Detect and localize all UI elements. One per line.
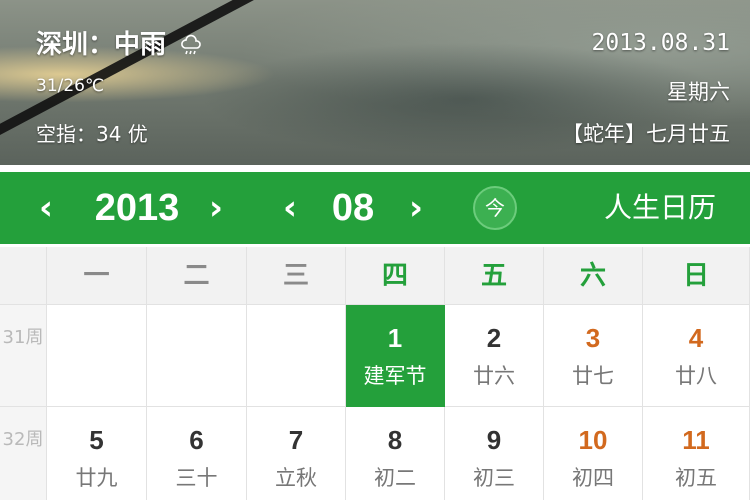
day-number: 7 (288, 425, 304, 455)
day-cell[interactable]: 11 初五 (643, 407, 750, 500)
day-number: 10 (578, 425, 608, 455)
weekday-header: 二 (147, 247, 247, 305)
weekday-header: 六 (544, 247, 643, 305)
day-cell[interactable]: 6 三十 (147, 407, 247, 500)
weekday-header: 日 (643, 247, 750, 305)
current-date: 2013.08.31 (591, 30, 730, 56)
day-cell[interactable]: 4 廿八 (643, 305, 750, 407)
day-cell[interactable]: 1 建军节 (346, 305, 445, 407)
day-lunar-label: 廿六 (473, 364, 515, 388)
day-number: 8 (387, 425, 403, 455)
day-lunar-label: 初三 (473, 466, 515, 490)
day-cell[interactable]: 7 立秋 (247, 407, 346, 500)
day-number: 6 (189, 425, 204, 455)
weekday-header: 五 (445, 247, 544, 305)
next-month-button[interactable]: › (398, 172, 434, 244)
weekday-header: 三 (247, 247, 346, 305)
weekday-header: 一 (47, 247, 147, 305)
day-lunar-label: 初四 (572, 466, 614, 490)
day-number: 1 (387, 323, 403, 353)
day-lunar-label: 廿七 (572, 364, 614, 388)
app-title: 人生日历 (603, 191, 716, 224)
weather-condition: 深圳：中雨 (36, 24, 203, 61)
week-column-header (0, 247, 47, 305)
temperature-range: 31/26℃ (36, 76, 105, 96)
day-number: 5 (89, 425, 104, 455)
calendar-nav-bar: ‹ 2013 › ‹ 08 › 人生日历 (0, 172, 750, 244)
day-number: 4 (688, 323, 704, 353)
day-cell[interactable]: 2 廿六 (445, 305, 544, 407)
day-cell[interactable]: 8 初二 (346, 407, 445, 500)
month-value[interactable]: 08 (318, 172, 388, 244)
day-cell[interactable]: 10 初四 (544, 407, 643, 500)
prev-year-button[interactable]: ‹ (28, 172, 64, 244)
next-year-button[interactable]: › (198, 172, 234, 244)
current-weekday: 星期六 (667, 80, 730, 104)
day-lunar-label: 初五 (675, 466, 717, 490)
day-lunar-label: 三十 (175, 466, 218, 490)
empty-day-cell (47, 305, 147, 407)
weekday-header-row: 一二三四五六日 (0, 247, 750, 305)
day-lunar-label: 建军节 (363, 364, 427, 388)
day-number: 2 (486, 323, 502, 353)
weather-banner: 深圳：中雨 31/26℃ 空指：34 优 2013.08.31 星期六 【蛇年】… (0, 0, 750, 165)
day-cell[interactable]: 3 廿七 (544, 305, 643, 407)
day-lunar-label: 廿八 (675, 364, 717, 388)
weather-condition-text: 深圳：中雨 (36, 30, 167, 60)
year-value[interactable]: 2013 (78, 172, 196, 244)
day-lunar-label: 立秋 (275, 466, 317, 490)
week-number-label: 32周 (0, 407, 47, 500)
day-number: 9 (486, 425, 502, 455)
day-lunar-label: 廿九 (75, 466, 118, 490)
air-quality: 空指：34 优 (36, 122, 148, 146)
empty-day-cell (147, 305, 247, 407)
day-lunar-label: 初二 (374, 466, 416, 490)
today-button[interactable]: 今 (473, 186, 517, 230)
day-cell[interactable]: 9 初三 (445, 407, 544, 500)
day-number: 11 (682, 425, 710, 455)
weekday-header: 四 (346, 247, 445, 305)
day-number: 3 (585, 323, 601, 353)
cloud-rain-icon (179, 34, 203, 58)
day-cell[interactable]: 5 廿九 (47, 407, 147, 500)
empty-day-cell (247, 305, 346, 407)
prev-month-button[interactable]: ‹ (272, 172, 308, 244)
lunar-date: 【蛇年】七月廿五 (562, 122, 730, 146)
week-number-label: 31周 (0, 305, 47, 407)
